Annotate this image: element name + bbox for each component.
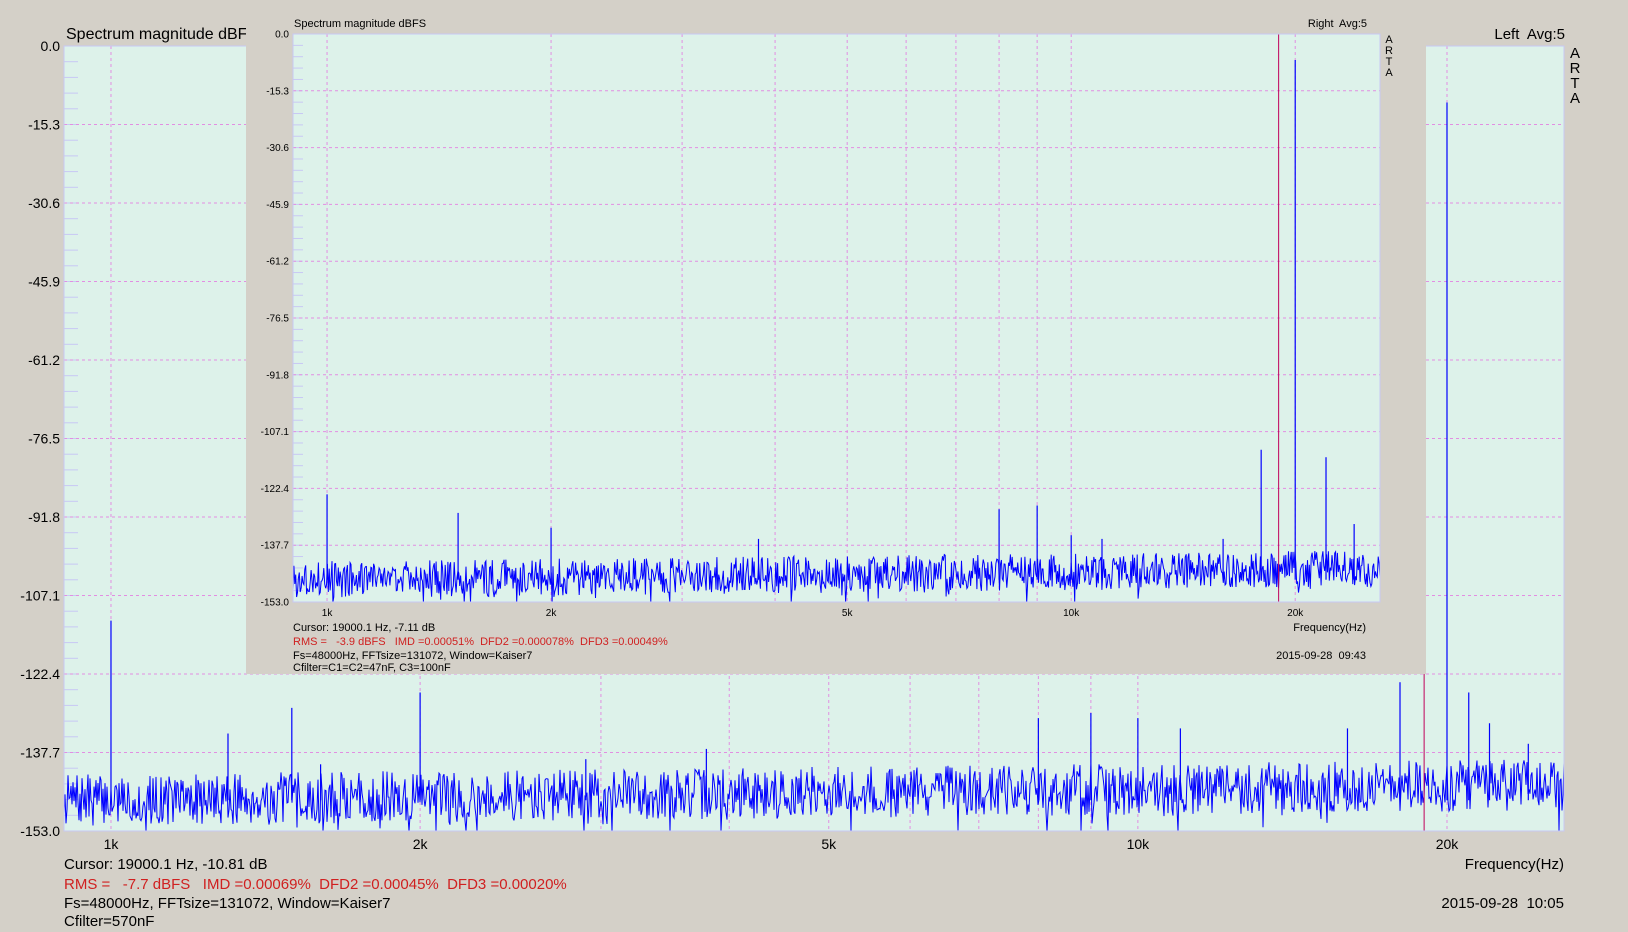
inset-chart-title: Spectrum magnitude dBFS	[294, 18, 427, 30]
inset-y-tick-label: -76.5	[266, 314, 289, 325]
arta-letter: A	[1569, 45, 1580, 62]
main-x-tick-label: 10k	[1127, 836, 1151, 852]
inset-y-tick-label: -153.0	[261, 598, 290, 609]
main-date-readout: 2015-09-28 10:05	[1441, 895, 1564, 912]
main-y-tick-label: -122.4	[20, 666, 60, 682]
inset-y-tick-label: 0.0	[275, 30, 289, 41]
inset-x-tick-label: 5k	[842, 608, 854, 619]
main-x-tick-label: 5k	[821, 836, 837, 852]
main-chart-title: Spectrum magnitude dBF:	[66, 26, 252, 43]
main-arta-logo: ARTA	[1569, 46, 1581, 106]
arta-letter: A	[1569, 90, 1580, 107]
inset-y-tick-label: -137.7	[261, 541, 290, 552]
inset-y-tick-label: -61.2	[266, 257, 289, 268]
inset-y-tick-label: -91.8	[266, 370, 289, 381]
inset-y-tick-label: -122.4	[261, 484, 290, 495]
inset-fs-readout: Fs=48000Hz, FFTsize=131072, Window=Kaise…	[293, 650, 533, 662]
inset-date-readout: 2015-09-28 09:43	[1276, 650, 1366, 662]
main-filter-readout: Cfilter=570nF	[64, 913, 155, 930]
main-x-tick-label: 20k	[1436, 836, 1460, 852]
inset-analyzer-window: 0.0 -15.3 -30.6 -45.9 -61.2 -76.5 -91.8 -107.1 -…	[246, 14, 1426, 674]
main-y-tick-label: -76.5	[28, 430, 60, 446]
main-y-tick-label: -30.6	[28, 195, 60, 211]
inset-x-tick-label: 2k	[546, 608, 558, 619]
inset-spectrum-plot[interactable]: 0.0 -15.3 -30.6 -45.9 -61.2 -76.5 -91.8 -107.1 -…	[246, 14, 1426, 674]
inset-y-tick-label: -45.9	[266, 200, 289, 211]
main-y-tick-label: -91.8	[28, 509, 60, 525]
inset-arta-logo: ARTA	[1384, 35, 1394, 79]
main-y-tick-label: -137.7	[20, 744, 60, 760]
inset-y-tick-label: -15.3	[266, 86, 289, 97]
inset-x-tick-label: 1k	[322, 608, 334, 619]
main-channel-label: Left Avg:5	[1494, 26, 1565, 43]
main-y-tick-label: -45.9	[28, 273, 60, 289]
main-y-tick-label: -15.3	[28, 116, 60, 132]
inset-x-axis-label: Frequency(Hz)	[1293, 622, 1366, 634]
main-y-tick-label: -153.0	[20, 823, 60, 839]
arta-letter: R	[1569, 60, 1581, 77]
main-x-tick-label: 2k	[413, 836, 429, 852]
inset-x-tick-label: 20k	[1287, 608, 1304, 619]
main-x-tick-label: 1k	[104, 836, 120, 852]
inset-channel-label: Right Avg:5	[1307, 18, 1367, 30]
main-y-tick-label: 0.0	[41, 38, 61, 54]
inset-filter-readout: Cfilter=C1=C2=47nF, C3=100nF	[293, 662, 451, 674]
main-y-tick-label: -61.2	[28, 352, 60, 368]
main-cursor-readout: Cursor: 19000.1 Hz, -10.81 dB	[64, 856, 268, 873]
arta-letter: A	[1385, 67, 1393, 79]
inset-cursor-readout: Cursor: 19000.1 Hz, -7.11 dB	[293, 622, 436, 634]
main-fs-readout: Fs=48000Hz, FFTsize=131072, Window=Kaise…	[64, 895, 391, 912]
arta-letter: T	[1570, 75, 1580, 92]
inset-y-tick-label: -107.1	[261, 427, 290, 438]
inset-y-tick-label: -30.6	[266, 143, 289, 154]
main-y-tick-label: -107.1	[20, 587, 60, 603]
main-stats-readout: RMS = -7.7 dBFS IMD =0.00069% DFD2 =0.00…	[64, 876, 567, 893]
inset-stats-readout: RMS = -3.9 dBFS IMD =0.00051% DFD2 =0.00…	[293, 636, 668, 648]
inset-x-tick-label: 10k	[1063, 608, 1080, 619]
main-x-axis-label: Frequency(Hz)	[1464, 856, 1564, 873]
